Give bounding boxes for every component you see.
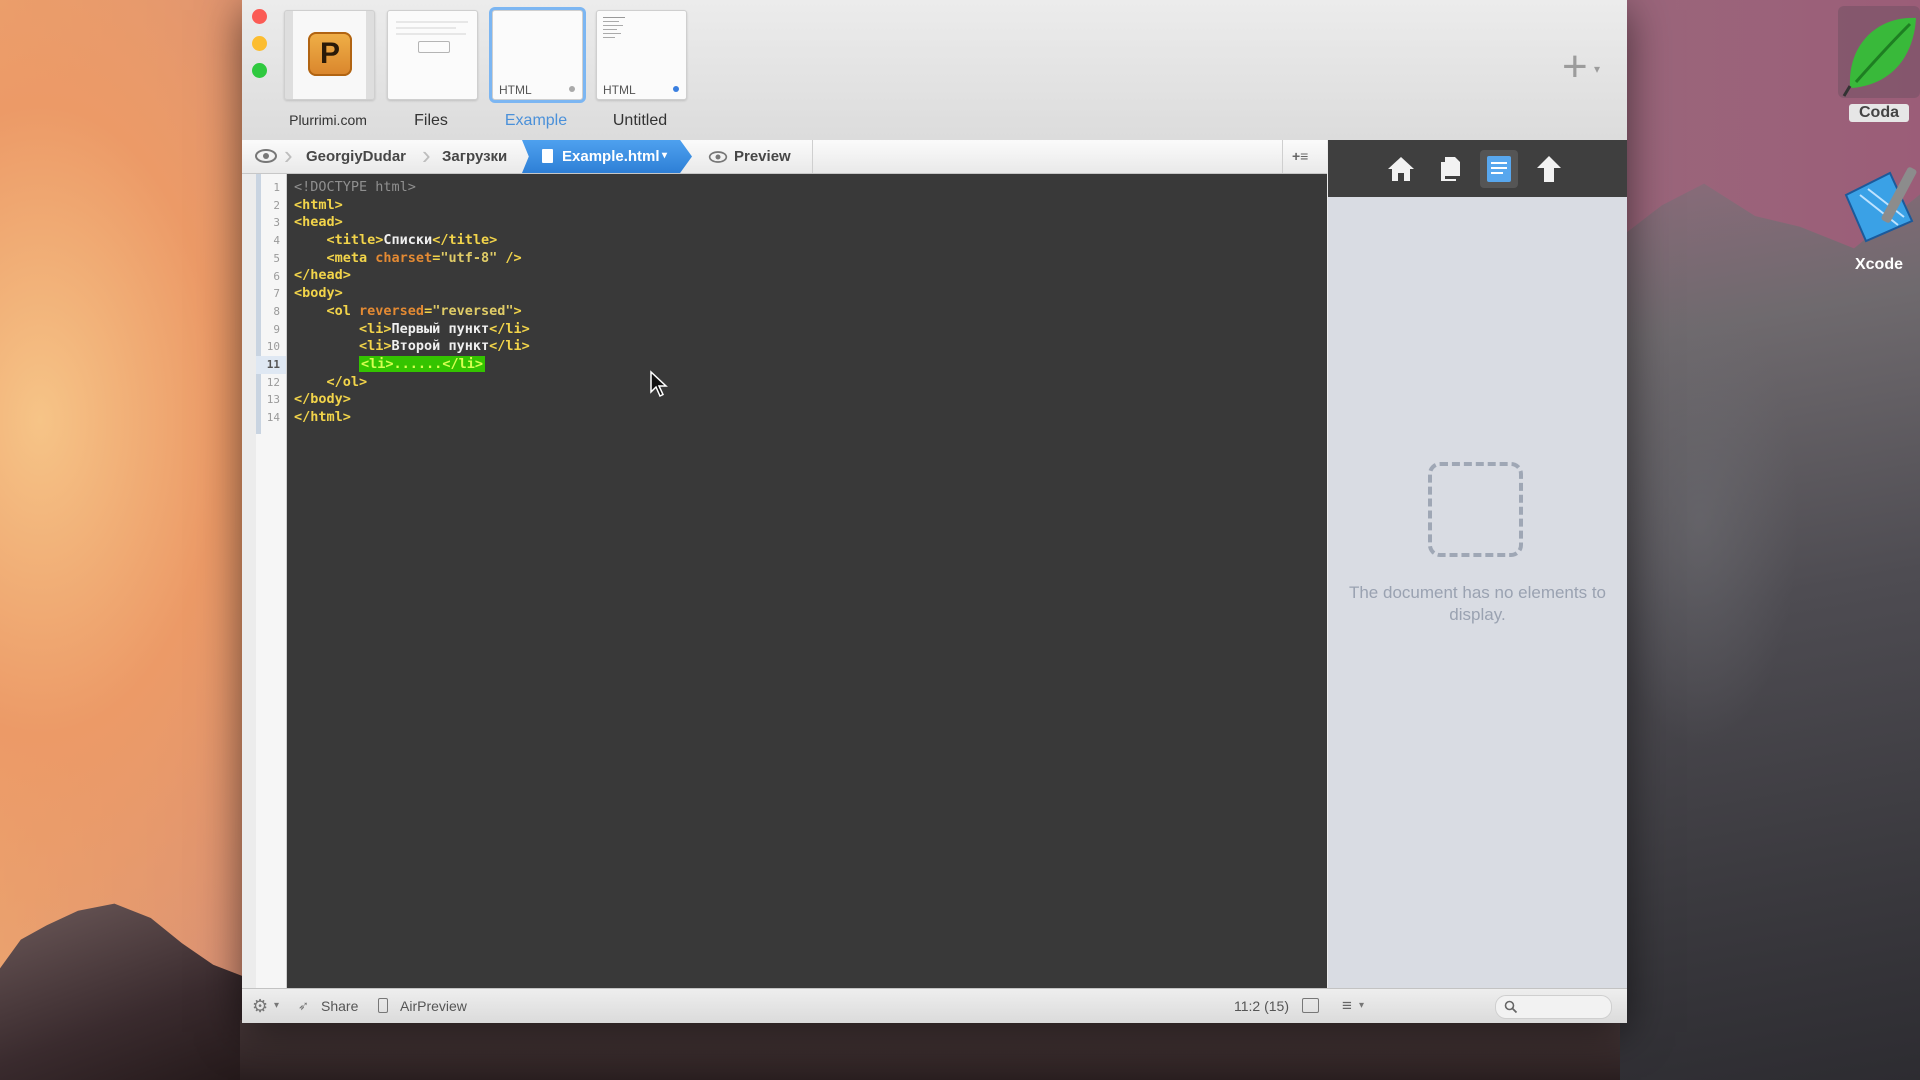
site-toolbar: P Plurrimi.com Files HTML Example HTML U… (242, 0, 1627, 140)
code-editor[interactable]: <!DOCTYPE html> <html> <head> <title>Спи… (287, 174, 1327, 988)
breadcrumb-item-file[interactable]: Example.html ▾ (522, 140, 692, 173)
html-badge: HTML (499, 83, 532, 97)
airpreview-button[interactable]: AirPreview (400, 989, 467, 1023)
code-line-3: <head> (294, 214, 343, 231)
play-icon[interactable] (1302, 998, 1319, 1013)
code-line-1: <!DOCTYPE html> (294, 179, 416, 195)
chevron-down-icon: ▾ (662, 150, 668, 161)
line-number: 10 (266, 340, 280, 354)
line-number: 6 (273, 269, 280, 283)
line-number: 2 (273, 198, 280, 212)
code-line-2: <html> (294, 196, 343, 213)
desktop-app-xcode[interactable]: Xcode (1838, 165, 1920, 275)
search-icon (1504, 1000, 1518, 1014)
upload-icon[interactable] (1534, 154, 1564, 184)
line-number: 8 (273, 304, 280, 318)
line-number: 14 (266, 411, 280, 425)
share-icon: ➶ (298, 998, 309, 1013)
list-menu-icon[interactable]: ≡ (1342, 989, 1352, 1023)
code-line-11: <li>......</li> (294, 355, 530, 374)
status-bar: ⚙ ▾ ➶ Share AirPreview 11:2 (15) ≡ ▾ (242, 988, 1627, 1023)
zoom-window-button[interactable] (252, 63, 267, 78)
path-separator: › (422, 140, 431, 170)
site-tile-plurrimi[interactable]: P (284, 10, 375, 100)
list-icon[interactable] (1484, 154, 1514, 184)
line-number: 4 (273, 234, 280, 248)
empty-message: The document has no elements to display. (1348, 583, 1607, 624)
code-content[interactable]: <!DOCTYPE html> <html> <head> <title>Спи… (294, 179, 530, 427)
mouse-pointer-icon (650, 370, 668, 398)
line-number: 3 (273, 216, 280, 230)
chevron-down-icon[interactable]: ▾ (274, 989, 279, 1023)
code-line-5: <meta charset="utf-8" /> (326, 249, 522, 266)
status-dot-icon (569, 86, 575, 92)
home-icon[interactable] (1386, 154, 1416, 184)
eye-icon (708, 151, 728, 163)
app-label: Xcode (1854, 256, 1903, 273)
line-number: 1 (273, 181, 280, 194)
chevron-down-icon[interactable]: ▾ (1594, 62, 1600, 76)
files-icon[interactable] (1436, 154, 1466, 184)
app-label: Coda (1849, 104, 1909, 122)
line-number: 11 (256, 356, 286, 374)
breadcrumb-item-user[interactable]: GeorgiyDudar (306, 140, 406, 173)
cursor-position: 11:2 (15) (1234, 998, 1289, 1014)
code-line-10: <li>Второй пункт</li> (359, 338, 530, 355)
xcode-hammer-icon (1844, 167, 1917, 243)
line-number: 9 (273, 322, 280, 336)
site-tile-files[interactable] (387, 10, 478, 100)
eye-icon[interactable] (254, 148, 278, 164)
share-button[interactable]: Share (321, 989, 358, 1023)
folder-icon (418, 41, 450, 53)
line-number-gutter: 1 2 3 4 5 6 7 8 9 10 11 12 13 14 (242, 174, 287, 988)
coda-window: P Plurrimi.com Files HTML Example HTML U… (242, 0, 1627, 1023)
code-line-4: <title>Списки</title> (326, 232, 498, 249)
desktop-rock-right (1620, 183, 1920, 1080)
highlighted-selection: <li>......</li> (359, 355, 485, 372)
path-separator: › (284, 140, 293, 170)
code-line-6: </head> (294, 267, 351, 284)
site-label-untitled: Untitled (612, 112, 668, 129)
html-badge: HTML (603, 83, 636, 97)
desktop-rock-left (0, 903, 260, 1080)
line-number: 13 (266, 393, 280, 407)
minimize-window-button[interactable] (252, 36, 267, 51)
line-number: 7 (273, 287, 280, 301)
desktop-rock-bottom (240, 1020, 1640, 1080)
site-label-example: Example (504, 112, 568, 129)
plus-icon[interactable]: + (1562, 45, 1588, 89)
search-input[interactable] (1495, 995, 1612, 1019)
file-icon (542, 149, 553, 163)
sidebar-toolbar (1328, 140, 1627, 197)
line-number: 12 (266, 375, 280, 389)
breadcrumb-file-label: Example.html (562, 148, 660, 165)
code-line-13: </body> (294, 391, 351, 408)
plurrimi-logo-icon: P (308, 32, 352, 76)
coda-leaf-icon (1838, 6, 1920, 98)
add-split-icon[interactable]: +≡ (1292, 140, 1308, 173)
sidebar-panel: The document has no elements to display. (1328, 197, 1627, 988)
close-window-button[interactable] (252, 9, 267, 24)
gear-icon[interactable]: ⚙ (252, 989, 268, 1023)
line-number: 5 (273, 251, 280, 265)
device-icon (378, 998, 388, 1013)
code-line-12: </ol> (326, 373, 368, 390)
code-line-8: <ol reversed="reversed"> (326, 302, 522, 319)
code-line-7: <body> (294, 285, 343, 302)
preview-tab[interactable]: Preview (734, 140, 791, 173)
site-label-plurrimi: Plurrimi.com (289, 112, 367, 128)
site-tile-untitled[interactable]: HTML (596, 10, 687, 100)
site-label-files: Files (414, 112, 448, 129)
breadcrumb-item-downloads[interactable]: Загрузки (442, 140, 507, 173)
empty-placeholder-icon (1428, 462, 1523, 557)
code-line-9: <li>Первый пункт</li> (359, 320, 530, 337)
chevron-down-icon[interactable]: ▾ (1359, 989, 1364, 1023)
code-line-14: </html> (294, 408, 351, 425)
site-tile-example[interactable]: HTML (492, 10, 583, 100)
status-dot-icon (673, 86, 679, 92)
desktop-app-coda[interactable]: Coda (1838, 4, 1920, 129)
breadcrumb: › GeorgiyDudar › Загрузки Example.html ▾… (242, 140, 1327, 174)
